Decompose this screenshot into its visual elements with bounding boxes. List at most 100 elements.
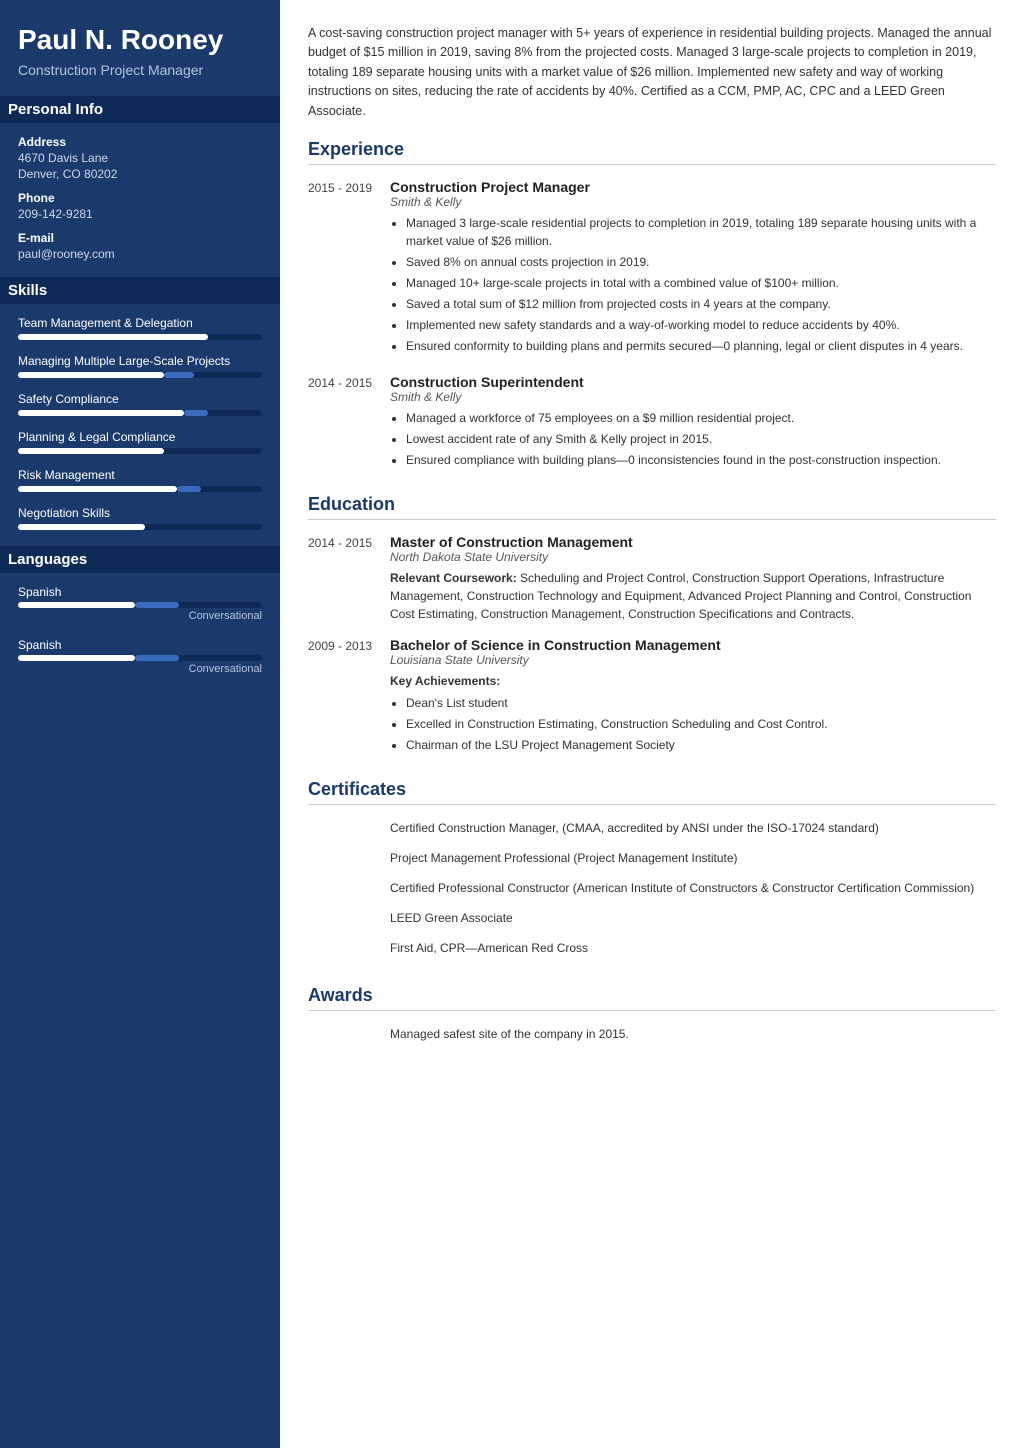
cert-spacer (308, 819, 376, 843)
experience-bullet: Saved 8% on annual costs projection in 2… (406, 253, 996, 271)
language-name: Spanish (18, 638, 262, 652)
address-line1: 4670 Davis Lane (18, 151, 262, 165)
certificate-entry: Certified Professional Constructor (Amer… (308, 879, 996, 903)
education-coursework: Relevant Coursework: Scheduling and Proj… (390, 569, 996, 623)
experience-bullet: Ensured conformity to building plans and… (406, 337, 996, 355)
language-level: Conversational (18, 663, 262, 675)
experience-bullet: Managed 3 large-scale residential projec… (406, 214, 996, 250)
experience-job-title: Construction Project Manager (390, 179, 996, 195)
email-value: paul@rooney.com (18, 247, 262, 261)
address-line2: Denver, CO 80202 (18, 167, 262, 181)
education-dates: 2014 - 2015 (308, 534, 376, 623)
experience-bullet: Managed a workforce of 75 employees on a… (406, 409, 996, 427)
skill-bar-extra (164, 372, 193, 378)
skill-name: Negotiation Skills (18, 506, 262, 520)
skill-item: Safety Compliance (18, 392, 262, 416)
experience-bullet: Implemented new safety standards and a w… (406, 316, 996, 334)
award-spacer (308, 1025, 376, 1043)
education-content: Master of Construction Management North … (390, 534, 996, 623)
skill-bar-fill (18, 486, 177, 492)
education-achievement: Chairman of the LSU Project Management S… (406, 736, 996, 754)
education-content: Bachelor of Science in Construction Mana… (390, 637, 996, 757)
education-section: Education 2014 - 2015 Master of Construc… (308, 494, 996, 757)
experience-entry: 2014 - 2015 Construction Superintendent … (308, 374, 996, 472)
skill-bar (18, 372, 262, 378)
awards-section: Awards Managed safest site of the compan… (308, 985, 996, 1043)
language-item: Spanish Conversational (18, 585, 262, 622)
address-block: Address 4670 Davis Lane Denver, CO 80202 (18, 135, 262, 181)
skills-section-title: Skills (0, 277, 280, 304)
education-school: North Dakota State University (390, 550, 996, 564)
education-entry: 2014 - 2015 Master of Construction Manag… (308, 534, 996, 623)
skill-item: Managing Multiple Large-Scale Projects (18, 354, 262, 378)
skill-item: Team Management & Delegation (18, 316, 262, 340)
experience-bullets: Managed a workforce of 75 employees on a… (390, 409, 996, 469)
skill-item: Planning & Legal Compliance (18, 430, 262, 454)
languages-list: Spanish Conversational Spanish Conversat… (18, 585, 262, 675)
languages-section-title: Languages (0, 546, 280, 573)
skills-list: Team Management & Delegation Managing Mu… (18, 316, 262, 530)
summary-text: A cost-saving construction project manag… (308, 24, 996, 121)
skill-bar-fill (18, 334, 208, 340)
certificate-text: Certified Professional Constructor (Amer… (390, 879, 996, 897)
awards-list: Managed safest site of the company in 20… (308, 1025, 996, 1043)
certificate-text: Certified Construction Manager, (CMAA, a… (390, 819, 996, 837)
main-content: A cost-saving construction project manag… (280, 0, 1024, 1448)
education-achievements-label: Key Achievements: (390, 672, 996, 690)
education-school: Louisiana State University (390, 653, 996, 667)
cert-spacer (308, 849, 376, 873)
skill-name: Team Management & Delegation (18, 316, 262, 330)
experience-list: 2015 - 2019 Construction Project Manager… (308, 179, 996, 472)
experience-job-title: Construction Superintendent (390, 374, 996, 390)
skill-name: Risk Management (18, 468, 262, 482)
resume-container: Paul N. Rooney Construction Project Mana… (0, 0, 1024, 1448)
experience-company: Smith & Kelly (390, 195, 996, 209)
skill-bar (18, 448, 262, 454)
experience-dates: 2014 - 2015 (308, 374, 376, 472)
skill-bar-extra (184, 410, 208, 416)
experience-content: Construction Project Manager Smith & Kel… (390, 179, 996, 358)
skill-item: Risk Management (18, 468, 262, 492)
skill-name: Planning & Legal Compliance (18, 430, 262, 444)
skill-bar-fill (18, 372, 164, 378)
cert-spacer (308, 879, 376, 903)
education-achievements: Dean's List studentExcelled in Construct… (390, 694, 996, 754)
language-bar-extra (135, 602, 179, 608)
education-section-title: Education (308, 494, 996, 520)
award-text: Managed safest site of the company in 20… (390, 1025, 996, 1043)
language-name: Spanish (18, 585, 262, 599)
email-block: E-mail paul@rooney.com (18, 231, 262, 261)
certificate-text: LEED Green Associate (390, 909, 996, 927)
education-degree: Bachelor of Science in Construction Mana… (390, 637, 996, 653)
skill-bar (18, 524, 262, 530)
phone-label: Phone (18, 191, 262, 205)
skill-bar-fill (18, 410, 184, 416)
skill-item: Negotiation Skills (18, 506, 262, 530)
experience-bullet: Lowest accident rate of any Smith & Kell… (406, 430, 996, 448)
language-bar-extra (135, 655, 179, 661)
experience-section: Experience 2015 - 2019 Construction Proj… (308, 139, 996, 472)
experience-entry: 2015 - 2019 Construction Project Manager… (308, 179, 996, 358)
education-achievement: Dean's List student (406, 694, 996, 712)
education-list: 2014 - 2015 Master of Construction Manag… (308, 534, 996, 757)
certificate-entry: LEED Green Associate (308, 909, 996, 933)
language-level: Conversational (18, 610, 262, 622)
certificate-text: Project Management Professional (Project… (390, 849, 996, 867)
certificate-entry: Certified Construction Manager, (CMAA, a… (308, 819, 996, 843)
skill-name: Safety Compliance (18, 392, 262, 406)
skill-bar (18, 334, 262, 340)
awards-section-title: Awards (308, 985, 996, 1011)
language-bar-fill (18, 655, 135, 661)
experience-bullet: Managed 10+ large-scale projects in tota… (406, 274, 996, 292)
phone-value: 209-142-9281 (18, 207, 262, 221)
education-entry: 2009 - 2013 Bachelor of Science in Const… (308, 637, 996, 757)
certificate-text: First Aid, CPR—American Red Cross (390, 939, 996, 957)
email-label: E-mail (18, 231, 262, 245)
address-label: Address (18, 135, 262, 149)
certificates-list: Certified Construction Manager, (CMAA, a… (308, 819, 996, 963)
certificate-entry: First Aid, CPR—American Red Cross (308, 939, 996, 963)
personal-info-section-title: Personal Info (0, 96, 280, 123)
skill-bar (18, 486, 262, 492)
cert-spacer (308, 939, 376, 963)
language-bar (18, 655, 262, 661)
